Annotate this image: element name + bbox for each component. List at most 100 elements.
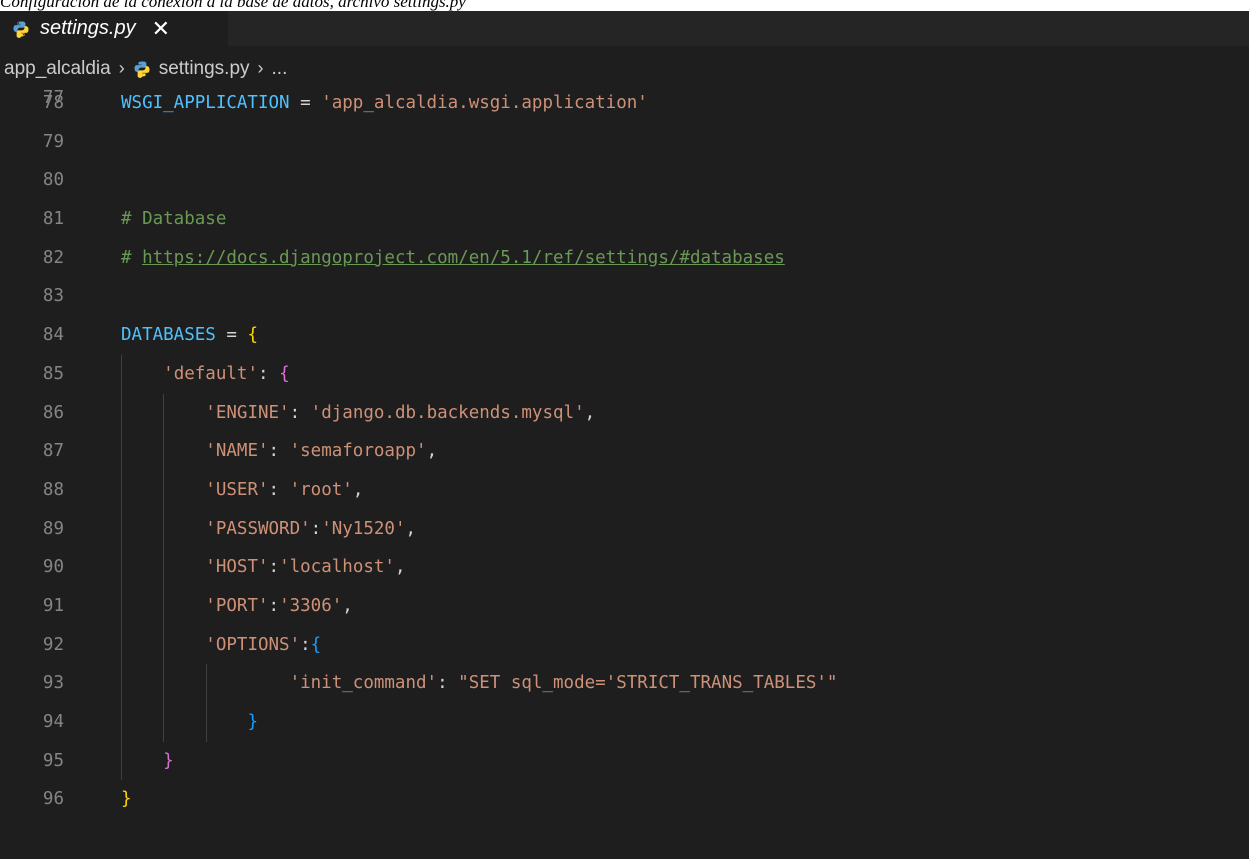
line-text: 'HOST':'localhost',: [121, 548, 406, 587]
code-token: :: [289, 402, 311, 423]
code-token: # Database: [121, 209, 227, 230]
code-token: :: [268, 595, 280, 616]
line-number: 87: [42, 441, 64, 462]
line-number: 96: [42, 789, 64, 810]
code-token: ,: [426, 441, 438, 462]
close-icon[interactable]: ✕: [152, 17, 170, 40]
code-token: ,: [584, 402, 596, 423]
code-token: =: [215, 325, 248, 346]
line-text: # Database: [121, 200, 226, 239]
code-token: WSGI_APPLICATION: [121, 93, 290, 113]
code-token: }: [247, 712, 258, 732]
code-line: 82 # https://docs.djangoproject.com/en/5.…: [0, 239, 1249, 278]
code-line: 92 'OPTIONS':{: [0, 625, 1249, 665]
code-editor: settings.py ✕ app_alcaldia › settings.py…: [0, 11, 1249, 859]
code-line: 88 'USER': 'root',: [0, 470, 1249, 510]
line-number: 94: [42, 712, 64, 732]
code-line: 80: [0, 161, 1249, 200]
code-token: ,: [352, 479, 364, 500]
tab-label: settings.py: [40, 17, 136, 39]
code-token: :: [268, 479, 290, 500]
code-token: 'USER': [205, 479, 269, 500]
line-number: 83: [42, 286, 64, 307]
line-text: 'PORT':'3306',: [121, 587, 353, 626]
code-token: }: [121, 789, 132, 810]
code-token: https://docs.djangoproject.com/en/5.1/re…: [142, 247, 785, 268]
line-number: 82: [42, 247, 64, 268]
code-token: 'PORT': [205, 595, 269, 616]
code-token: 'app_alcaldia.wsgi.application': [321, 93, 648, 113]
code-token: ,: [394, 557, 406, 578]
line-text: }: [121, 703, 258, 742]
line-number: 78: [42, 93, 64, 113]
code-token: 'default': [163, 363, 258, 384]
line-text: }: [121, 780, 132, 819]
line-number: 80: [42, 170, 64, 191]
code-line: 81 # Database: [0, 200, 1249, 239]
code-line: 86 'ENGINE': 'django.db.backends.mysql',: [0, 393, 1249, 433]
code-line: 79: [0, 123, 1249, 162]
tab-bar: settings.py ✕: [0, 11, 1249, 46]
line-text: DATABASES = {: [121, 316, 258, 355]
code-line: 85 'default': {: [0, 354, 1249, 394]
python-file-icon: [13, 21, 29, 38]
code-token: {: [310, 634, 322, 655]
line-text: 'ENGINE': 'django.db.backends.mysql',: [121, 394, 595, 433]
code-line: 83: [0, 277, 1249, 316]
code-token: "SET sql_mode='STRICT_TRANS_TABLES'": [458, 673, 838, 694]
line-number: 81: [42, 209, 64, 230]
figure-caption: Configuración de la conexión a la base d…: [0, 0, 466, 11]
code-token: :: [310, 518, 322, 539]
line-text: 'USER': 'root',: [121, 471, 363, 510]
code-token: 'django.db.backends.mysql': [310, 402, 585, 423]
line-number: 89: [42, 518, 64, 539]
code-token: 'root': [289, 479, 353, 500]
line-number: 79: [42, 131, 64, 152]
code-token: ,: [405, 518, 417, 539]
code-token: #: [121, 247, 143, 268]
code-area[interactable]: 77 78 WSGI_APPLICATION = 'app_alcaldia.ws…: [0, 70, 1249, 819]
tab-settings-py[interactable]: settings.py ✕: [0, 11, 228, 46]
code-line: 94 }: [0, 703, 1249, 742]
code-token: '3306': [279, 595, 343, 616]
line-text: }: [121, 742, 174, 781]
code-line: 91 'PORT':'3306',: [0, 586, 1249, 626]
code-line: 89 'PASSWORD':'Ny1520',: [0, 509, 1249, 549]
line-text: # https://docs.djangoproject.com/en/5.1/…: [121, 239, 785, 278]
code-line: 96}: [0, 780, 1249, 819]
code-token: 'ENGINE': [205, 402, 290, 423]
code-token: :: [300, 634, 311, 655]
code-token: 'OPTIONS': [205, 634, 301, 655]
line-number: 91: [42, 595, 64, 616]
line-text: 'OPTIONS':{: [121, 626, 321, 665]
line-text: WSGI_APPLICATION = 'app_alcaldia.wsgi.ap…: [121, 84, 648, 123]
code-token: 'Ny1520': [321, 518, 406, 539]
code-line: 78 WSGI_APPLICATION = 'app_alcaldia.wsgi.…: [0, 84, 1249, 123]
code-token: :: [437, 673, 459, 694]
code-line: 84 DATABASES = {: [0, 316, 1249, 355]
line-number: 88: [42, 479, 64, 500]
line-number: 90: [42, 557, 64, 578]
code-token: 'localhost': [279, 557, 395, 578]
code-token: =: [289, 93, 322, 113]
code-token: 'semaforoapp': [289, 441, 427, 462]
code-line: 95 }: [0, 741, 1249, 781]
code-token: }: [163, 750, 174, 771]
line-text: 'default': {: [121, 355, 290, 394]
code-token: DATABASES: [121, 325, 216, 346]
code-token: 'init_command': [289, 673, 438, 694]
code-token: 'HOST': [205, 557, 269, 578]
line-text: 'init_command': "SET sql_mode='STRICT_TR…: [121, 664, 838, 703]
code-token: {: [279, 363, 290, 384]
line-number: 85: [42, 363, 64, 384]
code-token: {: [247, 325, 258, 346]
